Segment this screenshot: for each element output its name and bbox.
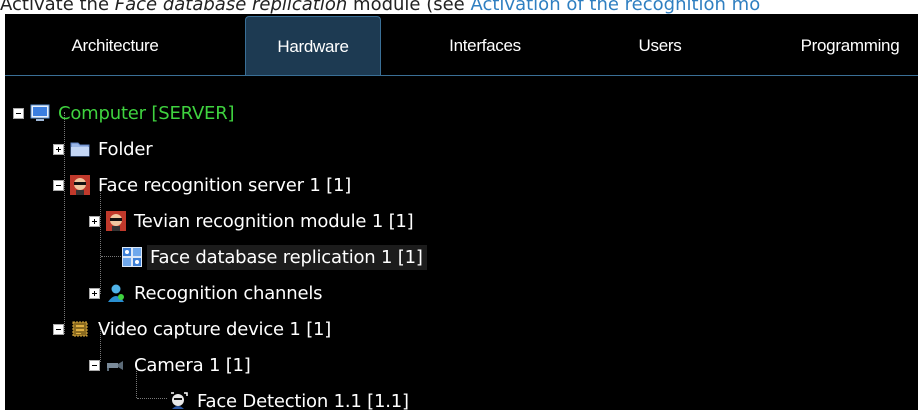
tree-item-face-server[interactable]: Face recognition server 1 [1]: [53, 168, 355, 202]
tree-label: Video capture device 1 [1]: [98, 318, 332, 340]
folder-icon: [70, 139, 90, 159]
tree-label: Tevian recognition module 1 [1]: [134, 210, 414, 232]
tab-users[interactable]: Users: [615, 16, 705, 76]
tree-label: Recognition channels: [134, 282, 323, 304]
tab-interfaces[interactable]: Interfaces: [430, 16, 540, 76]
expand-toggle[interactable]: [89, 215, 100, 227]
hardware-tree: Computer [SERVER] Folder Face recognitio…: [5, 80, 918, 410]
tree-item-face-database-replication[interactable]: Face database replication 1 [1]: [122, 240, 427, 274]
face-recognition-icon: [106, 211, 126, 231]
tree-label: Face Detection 1.1 [1.1]: [197, 390, 409, 410]
tree-label: Computer [SERVER]: [58, 102, 235, 124]
tree-item-computer[interactable]: Computer [SERVER]: [13, 96, 238, 130]
tree-label: Camera 1 [1]: [134, 354, 251, 376]
tree-item-video-capture-device[interactable]: Video capture device 1 [1]: [53, 312, 335, 346]
caption-module-name: Face database replication: [114, 0, 348, 15]
tree-item-recognition-channels[interactable]: Recognition channels: [89, 276, 326, 310]
collapse-toggle[interactable]: [89, 359, 100, 371]
collapse-toggle[interactable]: [53, 179, 64, 191]
tab-programming[interactable]: Programming: [780, 16, 918, 76]
tab-hardware[interactable]: Hardware: [245, 16, 381, 76]
tree-connector: [101, 256, 121, 257]
tab-divider: [5, 75, 918, 76]
face-detection-icon: [169, 391, 189, 410]
collapse-toggle[interactable]: [53, 323, 64, 335]
tree-item-folder[interactable]: Folder: [53, 132, 156, 166]
caption-prefix: Activate the: [0, 0, 115, 15]
capture-board-icon: [70, 319, 90, 339]
caption-link[interactable]: Activation of the recognition mo: [470, 0, 760, 15]
face-recognition-icon: [70, 175, 90, 195]
expand-toggle[interactable]: [53, 143, 64, 155]
database-replication-icon: [122, 247, 142, 267]
tree-item-camera[interactable]: Camera 1 [1]: [89, 348, 255, 382]
tree-label: Folder: [98, 138, 153, 160]
caption-middle: module (see: [347, 0, 471, 15]
tree-label: Face recognition server 1 [1]: [98, 174, 352, 196]
tree-item-face-detection[interactable]: Face Detection 1.1 [1.1]: [169, 384, 413, 410]
tree-item-tevian-module[interactable]: Tevian recognition module 1 [1]: [89, 204, 418, 238]
collapse-toggle[interactable]: [13, 107, 24, 119]
tree-label: Face database replication 1 [1]: [147, 244, 427, 270]
tab-architecture[interactable]: Architecture: [15, 16, 215, 76]
tree-connector: [137, 398, 167, 399]
camera-icon: [106, 355, 126, 375]
person-channel-icon: [106, 283, 126, 303]
hardware-settings-window: Architecture Hardware Interfaces Users P…: [5, 14, 918, 410]
monitor-icon: [30, 103, 50, 123]
tab-bar: Architecture Hardware Interfaces Users P…: [5, 14, 918, 76]
expand-toggle[interactable]: [89, 287, 100, 299]
